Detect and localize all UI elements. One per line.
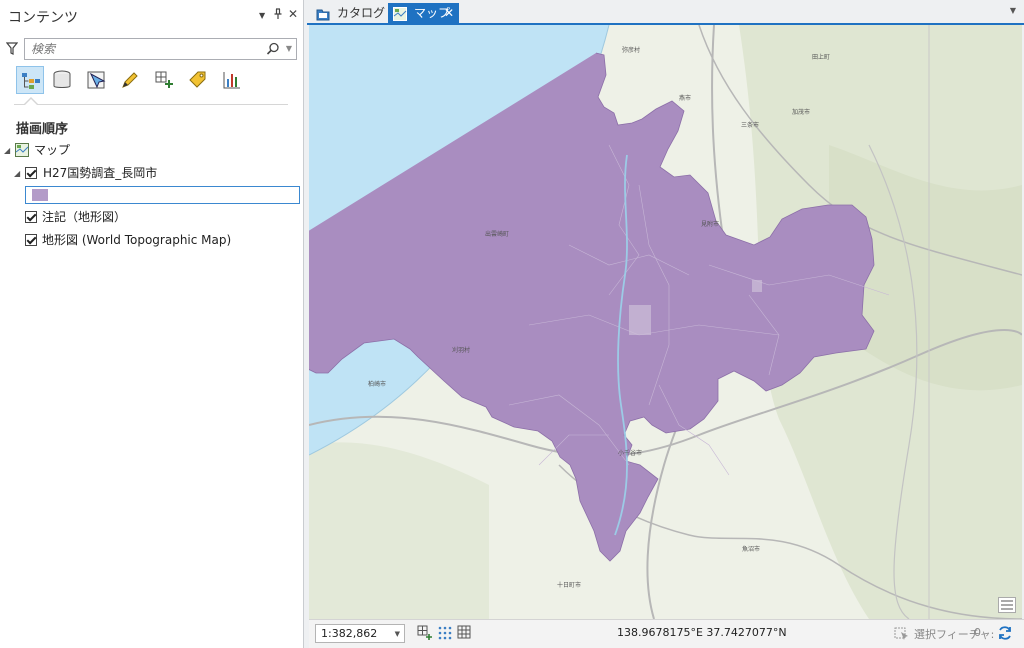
map-label-uonuma: 魚沼市 (742, 546, 761, 553)
toolbar-divider (14, 104, 288, 105)
grid-snap-icon[interactable] (437, 625, 453, 644)
refresh-icon[interactable] (997, 625, 1013, 644)
layer-visibility-checkbox[interactable] (25, 234, 37, 246)
scale-value: 1:382,862 (321, 627, 378, 640)
list-by-selection-icon[interactable] (82, 66, 110, 94)
map-label: マップ (34, 143, 71, 157)
layer-census-label: H27国勢調査_長岡市 (43, 166, 158, 180)
map-label-mitsuke: 見附市 (701, 221, 720, 228)
snapping-icon[interactable] (417, 625, 433, 644)
collapse-icon[interactable]: ◢ (4, 142, 10, 160)
chevron-down-icon[interactable]: ▼ (395, 630, 400, 638)
layer-visibility-checkbox[interactable] (25, 211, 37, 223)
map-overflow-menu-icon[interactable] (998, 597, 1016, 613)
selection-icon[interactable] (894, 625, 910, 644)
search-icon[interactable] (266, 42, 280, 59)
map-label-kashiwazaki: 柏崎市 (368, 381, 387, 388)
list-by-editing-icon[interactable] (116, 66, 144, 94)
list-charts-icon[interactable] (218, 66, 246, 94)
tab-menu-icon[interactable]: ▼ (1010, 6, 1016, 15)
toolbar-active-indicator-inner (25, 99, 37, 105)
map-label-tagami: 田上町 (812, 54, 831, 61)
search-row: ▼ (0, 38, 304, 62)
pane-menu-icon[interactable]: ▼ (259, 11, 265, 20)
map-view[interactable]: 弥彦村 田上町 燕市 三条市 加茂市 見附市 出雲崎町 刈羽村 柏崎市 小千谷市… (309, 25, 1022, 619)
tab-map[interactable]: マップ ✕ (388, 3, 459, 24)
collapse-icon[interactable]: ◢ (14, 165, 20, 183)
selected-features-count: 0 (974, 626, 981, 639)
layer-annotation-label: 注記（地形図） (42, 210, 127, 224)
filter-icon[interactable] (5, 42, 19, 59)
search-box[interactable]: ▼ (24, 38, 297, 60)
tree-item-map[interactable]: ◢ マップ (4, 141, 294, 159)
layer-visibility-checkbox[interactable] (25, 167, 37, 179)
contents-pane-title: コンテンツ (8, 10, 78, 26)
map-status-bar: 1:382,862 ▼ 138.9678175°E 37.7427077°N 選… (309, 619, 1024, 648)
symbol-swatch[interactable] (32, 189, 48, 201)
coordinate-readout: 138.9678175°E 37.7427077°N (617, 626, 787, 639)
tree-item-layer-census[interactable]: ◢ H27国勢調査_長岡市 (14, 164, 294, 182)
contents-pane-header: コンテンツ ▼ ✕ (0, 0, 303, 32)
table-icon[interactable] (457, 625, 471, 642)
map-label-tokamachi: 十日町市 (557, 582, 582, 589)
list-by-data-source-icon[interactable] (48, 66, 76, 94)
close-tab-icon[interactable]: ✕ (444, 3, 454, 24)
map-label-tsubame: 燕市 (679, 95, 692, 102)
basemap (309, 25, 1022, 619)
map-label-izumozaki: 出雲崎町 (485, 231, 510, 238)
map-label-sanjo: 三条市 (741, 122, 760, 129)
search-dropdown-icon[interactable]: ▼ (286, 44, 292, 53)
map-label-yahiko: 弥彦村 (622, 47, 641, 54)
map-icon (15, 143, 29, 162)
list-by-labeling-icon[interactable] (184, 66, 212, 94)
view-tab-bar: カタログ マップ ✕ ▼ (307, 0, 1024, 24)
pin-icon[interactable] (273, 8, 283, 23)
map-label-ojiya: 小千谷市 (618, 450, 643, 457)
search-input[interactable] (31, 41, 261, 57)
selected-features-label: 選択フィーチャ: (914, 628, 995, 641)
contents-toolbar (14, 66, 294, 96)
contents-pane: コンテンツ ▼ ✕ ▼ (0, 0, 304, 648)
tree-item-layer-annotation[interactable]: 注記（地形図） (25, 208, 295, 226)
tab-catalog[interactable]: カタログ (311, 3, 385, 24)
layer-symbol-row[interactable] (25, 186, 300, 204)
tab-catalog-label: カタログ (337, 6, 386, 20)
list-by-drawing-order-icon[interactable] (16, 66, 44, 94)
list-by-snapping-icon[interactable] (150, 66, 178, 94)
layer-basemap-label: 地形図 (World Topographic Map) (42, 233, 232, 247)
scale-selector[interactable]: 1:382,862 ▼ (315, 624, 405, 643)
section-title: 描画順序 (16, 122, 69, 137)
tree-item-layer-basemap[interactable]: 地形図 (World Topographic Map) (25, 231, 295, 249)
close-pane-icon[interactable]: ✕ (288, 7, 298, 21)
map-label-kamo: 加茂市 (792, 109, 811, 116)
map-label-kariwa: 刈羽村 (452, 347, 471, 354)
